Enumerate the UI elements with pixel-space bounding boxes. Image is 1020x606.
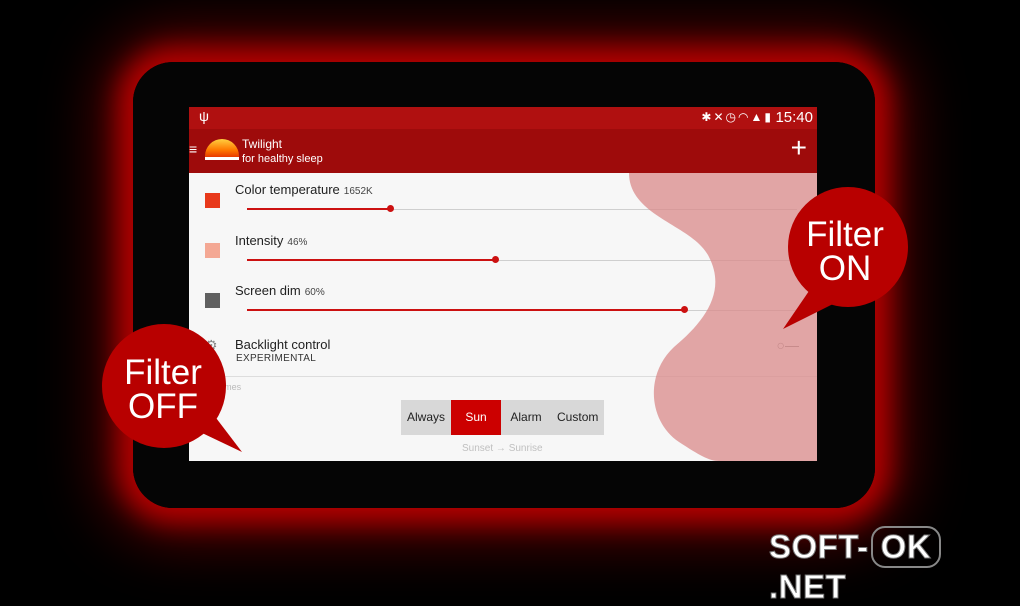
slider-thumb[interactable]: [681, 306, 689, 313]
app-bar: ≡ Twilight for healthy sleep +: [189, 129, 817, 173]
backlight-label: Backlight control: [235, 337, 331, 352]
add-button[interactable]: +: [791, 132, 807, 164]
battery-charging-icon: ▮: [764, 110, 773, 124]
screen-dim-slider[interactable]: [247, 306, 797, 313]
filter-off-text: Filter OFF: [108, 353, 218, 426]
mute-icon: ✕: [713, 110, 726, 124]
times-option-always[interactable]: Always: [401, 400, 452, 435]
setting-label: Color temperature: [235, 182, 340, 197]
setting-label-wrap: Intensity 46%: [235, 233, 307, 248]
slider-fill: [247, 309, 685, 311]
setting-value: 1652K: [343, 186, 373, 197]
slider-thumb[interactable]: [387, 205, 394, 212]
watermark-part: SOFT-: [769, 528, 869, 566]
setting-value: 60%: [304, 287, 325, 298]
filter-on-line1: Filter: [806, 215, 884, 254]
color-swatch-icon: [205, 193, 220, 208]
setting-screen-dim: Screen dim 60%: [189, 280, 817, 320]
setting-color-temperature: Color temperature 1652K: [189, 179, 817, 219]
alarm-icon: ◷: [725, 110, 739, 124]
filter-off-line2: OFF: [128, 387, 198, 426]
slider-fill: [247, 259, 495, 261]
bluetooth-icon: ✱: [701, 110, 714, 124]
status-time: 15:40: [775, 109, 813, 126]
drawer-menu-icon[interactable]: ≡: [189, 141, 197, 157]
filter-on-line2: ON: [818, 249, 872, 288]
filter-off-line1: Filter: [124, 353, 202, 392]
times-option-custom[interactable]: Custom: [551, 400, 605, 435]
backlight-sub: EXPERIMENTAL: [236, 353, 317, 364]
setting-backlight-control[interactable]: ⚙ Backlight control EXPERIMENTAL ○—: [189, 335, 817, 371]
setting-label-wrap: Color temperature 1652K: [235, 182, 373, 197]
gear-icon: ⚙: [205, 337, 218, 353]
times-label: Times: [217, 382, 242, 392]
setting-label: Screen dim: [235, 283, 301, 298]
app-title: Twilight: [242, 137, 283, 151]
color-swatch-icon: [205, 243, 220, 258]
slider-fill: [247, 208, 390, 210]
times-option-sun[interactable]: Sun: [451, 400, 502, 435]
sunset-logo-icon: [205, 139, 239, 160]
usb-icon: ψ: [199, 108, 209, 124]
times-segmented-control: Always Sun Alarm Custom: [401, 400, 605, 435]
times-option-alarm[interactable]: Alarm: [501, 400, 552, 435]
slider-thumb[interactable]: [491, 256, 499, 263]
device-screen: ψ ✱✕◷◠▲▮ 15:40 ≡ Twilight for healthy sl…: [189, 107, 817, 461]
color-temperature-slider[interactable]: [247, 205, 797, 212]
setting-label-wrap: Screen dim 60%: [235, 283, 325, 298]
watermark-logo: SOFT- OK.NET: [768, 526, 1020, 606]
setting-value: 46%: [287, 237, 308, 248]
divider: [189, 376, 817, 377]
wifi-icon: ◠: [738, 110, 751, 124]
setting-intensity: Intensity 46%: [189, 230, 817, 270]
setting-label: Intensity: [235, 233, 284, 248]
app-subtitle: for healthy sleep: [242, 153, 323, 165]
intensity-slider[interactable]: [247, 256, 797, 263]
backlight-toggle[interactable]: ○—: [777, 337, 799, 353]
signal-icon: ▲: [750, 110, 765, 124]
filter-on-text: Filter ON: [790, 215, 900, 288]
color-swatch-icon: [205, 293, 220, 308]
status-icons: ✱✕◷◠▲▮: [701, 110, 773, 124]
watermark-part: OK: [870, 526, 942, 568]
status-bar: ψ ✱✕◷◠▲▮ 15:40: [189, 107, 817, 129]
times-range-text: Sunset → Sunrise: [462, 443, 543, 454]
